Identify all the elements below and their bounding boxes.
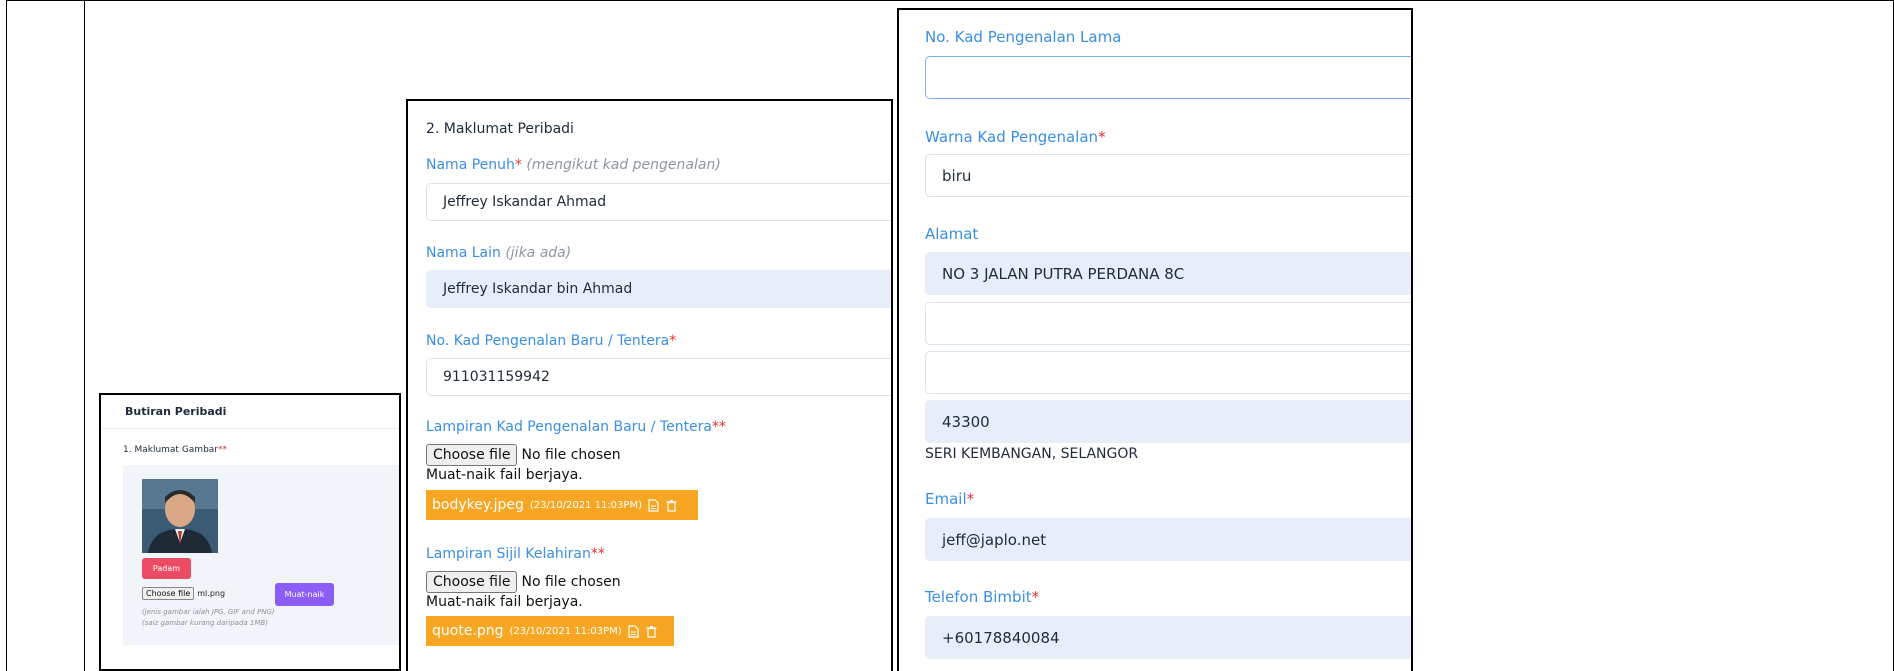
birth-cert-file-input[interactable]: Choose file No file chosen [426, 571, 621, 593]
phone-field[interactable]: +60178840084 [925, 616, 1411, 659]
personal-info-panel: 2. Maklumat Peribadi Nama Penuh* (mengik… [406, 99, 893, 671]
profile-photo [142, 479, 218, 553]
section-title: 2. Maklumat Peribadi [426, 121, 574, 137]
birth-cert-label: Lampiran Sijil Kelahiran** [426, 546, 605, 562]
address-line3-field[interactable] [925, 351, 1411, 394]
full-name-field[interactable]: Jeffrey Iskandar Ahmad [426, 183, 891, 221]
birth-cert-file-tag: quote.png (23/10/2021 11:03PM) [426, 616, 674, 646]
file-name[interactable]: bodykey.jpeg [432, 497, 524, 513]
old-ic-field[interactable] [925, 56, 1411, 99]
no-file-text: No file chosen [521, 447, 621, 463]
ic-color-field[interactable]: biru [925, 154, 1411, 197]
upload-button[interactable]: Muat-naik [275, 583, 334, 606]
address-line2-field[interactable] [925, 302, 1411, 345]
file-size-note: (saiz gambar kurang daripada 1MB) [142, 619, 268, 627]
postcode-field[interactable]: 43300 [925, 400, 1411, 443]
document-icon[interactable] [628, 624, 640, 638]
document-icon[interactable] [648, 498, 660, 512]
frame-divider [84, 0, 85, 671]
ic-file-tag: bodykey.jpeg (23/10/2021 11:03PM) [426, 490, 698, 520]
address-label: Alamat [925, 225, 979, 243]
personal-details-panel: Butiran Peribadi 1. Maklumat Gambar** Pa… [99, 393, 401, 671]
email-field[interactable]: jeff@japlo.net [925, 518, 1411, 561]
other-name-label: Nama Lain (jika ada) [426, 245, 572, 261]
email-label: Email* [925, 490, 975, 508]
upload-success-message: Muat-naik fail berjaya. [426, 594, 583, 610]
section-label: 1. Maklumat Gambar** [123, 445, 228, 455]
photo-file-input[interactable]: Choose file ml.png [142, 587, 225, 600]
new-ic-label: No. Kad Pengenalan Baru / Tentera* [426, 333, 677, 349]
ic-attachment-label: Lampiran Kad Pengenalan Baru / Tentera** [426, 419, 727, 435]
city-state-text: SERI KEMBANGAN, SELANGOR [925, 446, 1139, 462]
file-date: (23/10/2021 11:03PM) [529, 499, 642, 511]
file-date: (23/10/2021 11:03PM) [509, 625, 622, 637]
ic-file-input[interactable]: Choose file No file chosen [426, 444, 621, 466]
trash-icon[interactable] [646, 624, 658, 638]
no-file-text: No file chosen [521, 574, 621, 590]
delete-photo-button[interactable]: Padam [142, 558, 191, 579]
required-mark: ** [218, 445, 228, 455]
photo-section: Padam Choose file ml.png Muat-naik (jeni… [123, 465, 399, 645]
phone-label: Telefon Bimbit* [925, 588, 1040, 606]
file-type-note: (jenis gambar ialah JPG, GIF and PNG) [142, 608, 275, 616]
chosen-file-name: ml.png [197, 589, 226, 598]
choose-file-button[interactable]: Choose file [426, 444, 518, 466]
choose-file-button[interactable]: Choose file [426, 571, 518, 593]
upload-success-message: Muat-naik fail berjaya. [426, 467, 583, 483]
old-ic-label: No. Kad Pengenalan Lama [925, 28, 1122, 46]
ic-color-label: Warna Kad Pengenalan* [925, 128, 1106, 146]
other-name-field[interactable]: Jeffrey Iskandar bin Ahmad [426, 270, 891, 308]
contact-info-panel: No. Kad Pengenalan Lama Warna Kad Pengen… [897, 8, 1413, 671]
file-name[interactable]: quote.png [432, 623, 504, 639]
divider [101, 428, 399, 429]
new-ic-field[interactable]: 911031159942 [426, 358, 891, 396]
panel-title: Butiran Peribadi [125, 405, 227, 418]
trash-icon[interactable] [666, 498, 678, 512]
choose-file-button[interactable]: Choose file [142, 587, 195, 600]
full-name-label: Nama Penuh* (mengikut kad pengenalan) [426, 157, 721, 173]
address-line1-field[interactable]: NO 3 JALAN PUTRA PERDANA 8C [925, 252, 1411, 295]
